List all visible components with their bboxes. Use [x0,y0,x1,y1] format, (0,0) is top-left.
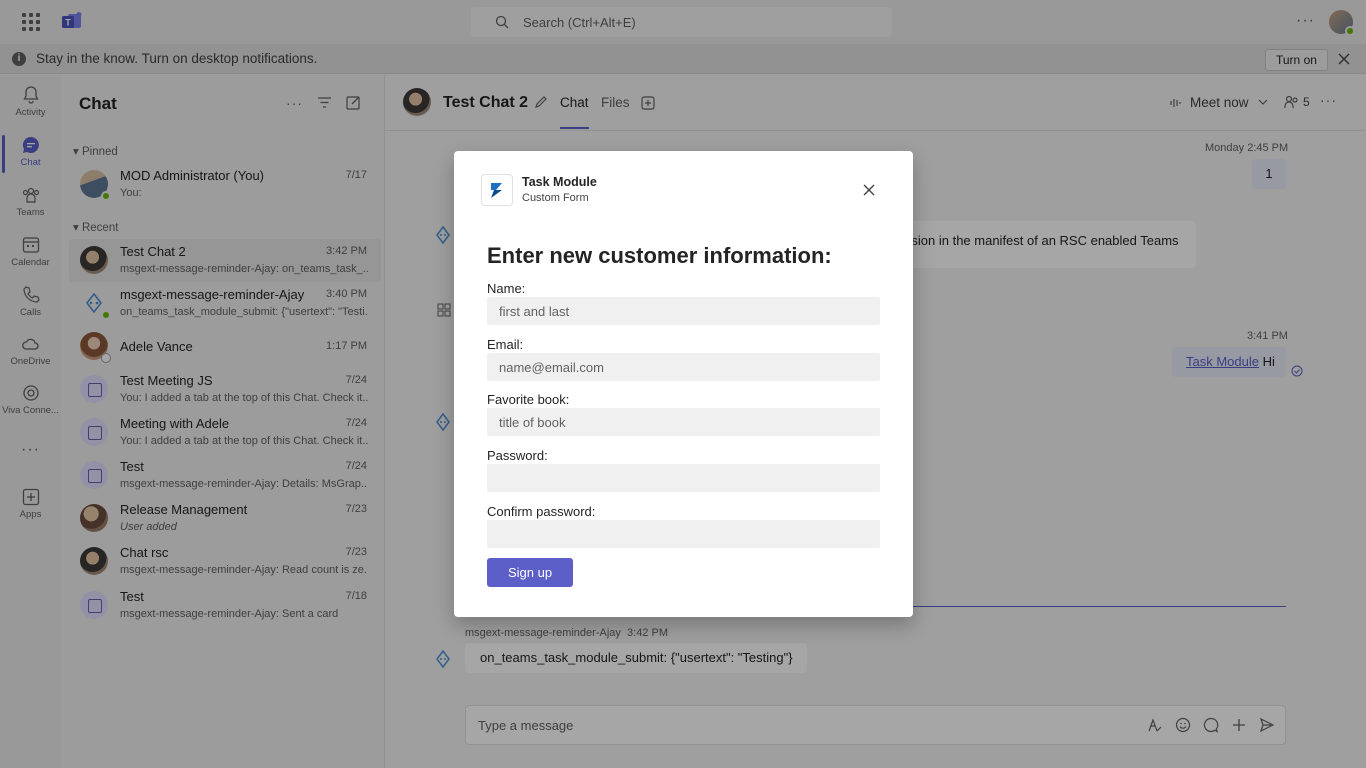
confirm-password-input[interactable] [487,520,880,548]
favorite-book-label: Favorite book: [487,392,570,407]
form-title: Enter new customer information: [487,243,832,268]
email-label: Email: [487,337,524,352]
favorite-book-input[interactable] [487,408,880,436]
email-input[interactable] [487,353,880,381]
app-icon [481,174,513,206]
confirm-password-label: Confirm password: [487,504,596,519]
password-input[interactable] [487,464,880,492]
password-label: Password: [487,448,548,463]
app-logo-icon [491,183,502,198]
dialog-app-subtitle: Custom Form [522,192,589,204]
name-label: Name: [487,281,526,296]
name-input[interactable] [487,297,880,325]
close-dialog-icon[interactable] [861,182,877,198]
task-module-dialog: Task Module Custom Form Enter new custom… [454,151,913,617]
dialog-app-name: Task Module [522,175,597,189]
sign-up-button[interactable]: Sign up [487,558,573,587]
